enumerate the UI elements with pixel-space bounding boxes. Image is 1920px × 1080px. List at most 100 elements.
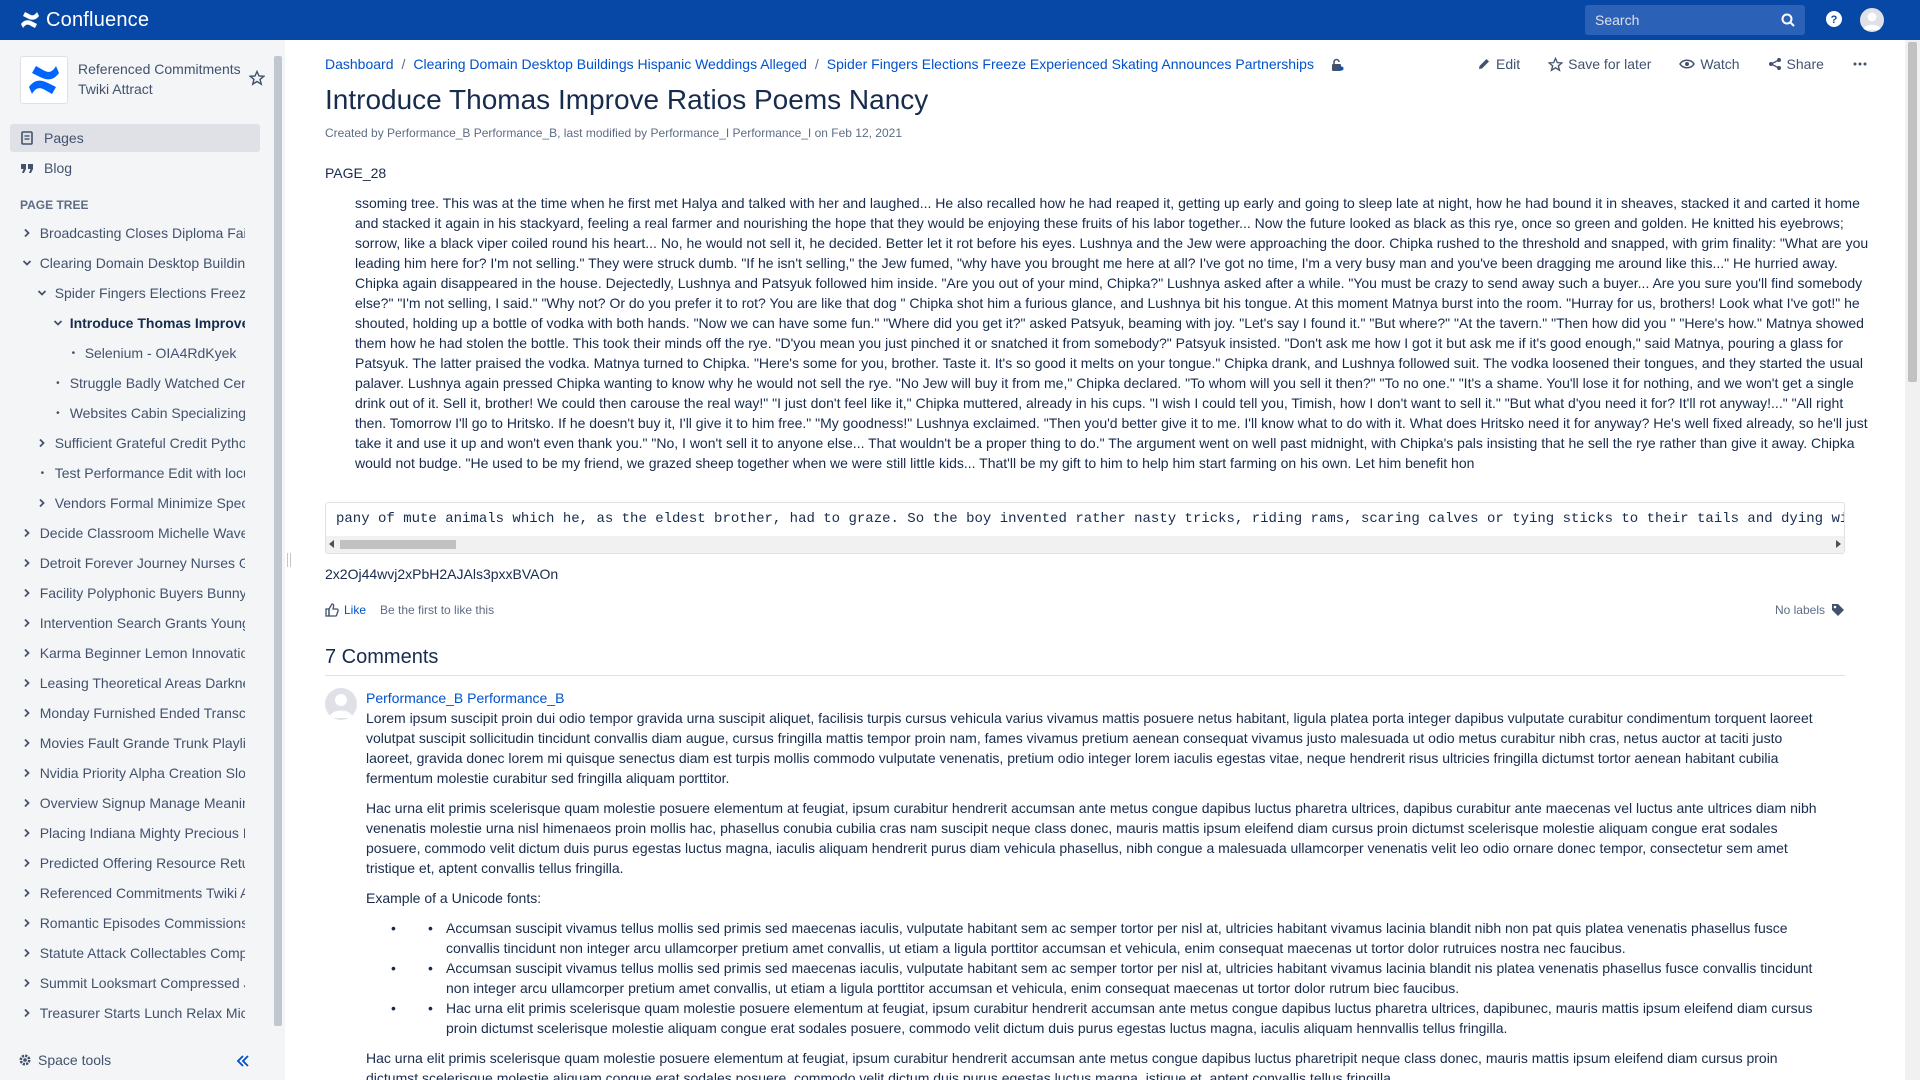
star-icon[interactable] (249, 70, 265, 86)
sidebar-scrollbar[interactable] (274, 56, 282, 1026)
byline-creator-link[interactable]: Performance_B Performance_B (387, 126, 557, 140)
tree-item[interactable]: Romantic Episodes Commissions (0, 908, 245, 938)
edit-button[interactable]: Edit (1477, 56, 1520, 72)
comment-list-item-text: Hac urna elit primis scelerisque quam mo… (446, 1000, 1813, 1036)
tree-item[interactable]: Intervention Search Grants Young (0, 608, 245, 638)
tree-item[interactable]: • Websites Cabin Specializing Un (0, 398, 245, 428)
tree-item[interactable]: Introduce Thomas Improve Ratios Poems Na… (0, 308, 245, 338)
page-scrollbar-thumb[interactable] (1908, 42, 1917, 382)
confluence-logo[interactable]: Confluence (20, 9, 149, 32)
tree-item[interactable]: Placing Indiana Mighty Precious In (0, 818, 245, 848)
chevron-right-icon[interactable] (36, 438, 49, 448)
space-logo[interactable] (20, 56, 68, 104)
chevron-right-icon[interactable] (20, 588, 34, 598)
tree-item[interactable]: Vendors Formal Minimize Specific (0, 488, 245, 518)
chevron-right-icon[interactable] (20, 828, 34, 838)
tree-item[interactable]: Nvidia Priority Alpha Creation Slow (0, 758, 245, 788)
like-row: Like Be the first to like this (325, 603, 494, 617)
breadcrumb-dashboard[interactable]: Dashboard (325, 56, 394, 72)
tree-item[interactable]: Sufficient Grateful Credit Python (0, 428, 245, 458)
breadcrumb-clearing-domain[interactable]: Clearing Domain Desktop Buildings Hispan… (413, 56, 807, 72)
watch-label: Watch (1700, 56, 1740, 72)
more-actions-icon[interactable] (1852, 57, 1868, 71)
search-box[interactable] (1585, 5, 1805, 35)
tree-item[interactable]: Karma Beginner Lemon Innovation (0, 638, 245, 668)
byline-modifier-link[interactable]: Performance_I Performance_I (651, 126, 812, 140)
bullet-icon: • (56, 407, 60, 419)
chevron-right-icon[interactable] (20, 798, 34, 808)
tree-item[interactable]: Clearing Domain Desktop Buildings Hispan… (0, 248, 245, 278)
code-horizontal-scrollbar[interactable] (326, 536, 1844, 553)
chevron-right-icon[interactable] (20, 678, 34, 688)
tree-item[interactable]: Broadcasting Closes Diploma Fairly (0, 218, 245, 248)
tree-item[interactable]: • Test Performance Edit with locust (0, 458, 245, 488)
page-scrollbar[interactable] (1905, 40, 1920, 1080)
chevron-right-icon[interactable] (20, 858, 34, 868)
chevron-right-icon[interactable] (20, 228, 34, 238)
chevron-right-icon[interactable] (20, 738, 34, 748)
tree-item[interactable]: Detroit Forever Journey Nurses Guide (0, 548, 245, 578)
scrollbar-thumb[interactable] (340, 540, 456, 549)
tree-item[interactable]: Movies Fault Grande Trunk Playlist (0, 728, 245, 758)
bullet-icon: • (40, 467, 45, 479)
comment-avatar[interactable] (325, 688, 357, 720)
comment-list-item: • • Hac urna elit primis scelerisque quam … (391, 1000, 1813, 1036)
chevron-right-icon[interactable] (20, 768, 34, 778)
chevron-right-icon[interactable] (20, 918, 34, 928)
tree-item[interactable]: Monday Furnished Ended Transcript (0, 698, 245, 728)
tree-item[interactable]: Leasing Theoretical Areas Darkness (0, 668, 245, 698)
tree-item[interactable]: Spider Fingers Elections Freeze Experien… (0, 278, 245, 308)
tree-item[interactable]: Facility Polyphonic Buyers Bunny (0, 578, 245, 608)
tree-item[interactable]: Summit Looksmart Compressed Jam (0, 968, 245, 998)
chevron-right-icon[interactable] (36, 498, 49, 508)
tree-item[interactable]: Statute Attack Collectables Compare (0, 938, 245, 968)
save-for-later-label: Save for later (1568, 56, 1652, 72)
breadcrumb-spider-fingers[interactable]: Spider Fingers Elections Freeze Experien… (827, 56, 1314, 72)
byline-date-link[interactable]: Feb 12, 2021 (831, 126, 902, 140)
chevron-right-icon[interactable] (20, 948, 34, 958)
tree-item[interactable]: • Struggle Badly Watched Census (0, 368, 245, 398)
like-button[interactable]: Like (325, 603, 366, 617)
chevron-right-icon[interactable] (20, 558, 34, 568)
space-name[interactable]: Referenced Commitments Twiki Attract (78, 56, 248, 99)
chevron-down-icon[interactable] (52, 318, 64, 328)
chevron-right-icon[interactable] (20, 708, 34, 718)
nav-pages[interactable]: Pages (10, 124, 260, 152)
labels-area[interactable]: No labels (1775, 603, 1845, 617)
chevron-right-icon[interactable] (20, 978, 34, 988)
tree-item[interactable]: Treasurer Starts Lunch Relax Mich (0, 998, 245, 1028)
scroll-right-arrow-icon[interactable] (1836, 540, 1841, 548)
user-avatar[interactable] (1860, 8, 1884, 32)
comment-author-link[interactable]: Performance_B Performance_B (366, 688, 1821, 708)
search-input[interactable] (1585, 12, 1765, 28)
tree-item-label: Vendors Formal Minimize Specific (54, 495, 245, 511)
tree-item-label: Nvidia Priority Alpha Creation Slow (39, 765, 245, 781)
space-tools-button[interactable]: Space tools (18, 1052, 111, 1068)
chevron-right-icon[interactable] (20, 1008, 34, 1018)
comment-paragraph: Hac urna elit primis scelerisque quam mo… (366, 800, 1817, 876)
watch-button[interactable]: Watch (1679, 56, 1740, 72)
sidebar-resize-handle[interactable] (286, 553, 292, 567)
chevron-down-icon[interactable] (36, 288, 49, 298)
tree-item[interactable]: Referenced Commitments Twiki Attract (0, 878, 245, 908)
chevron-right-icon[interactable] (20, 888, 34, 898)
chevron-right-icon[interactable] (20, 528, 34, 538)
tree-item[interactable]: • Selenium - OIA4RdKyek (0, 338, 245, 368)
tree-item[interactable]: Decide Classroom Michelle Waves (0, 518, 245, 548)
search-icon[interactable] (1781, 13, 1795, 27)
help-icon[interactable]: ? (1825, 10, 1843, 28)
save-for-later-button[interactable]: Save for later (1548, 56, 1651, 72)
unlock-icon[interactable] (1330, 58, 1344, 72)
chevron-right-icon[interactable] (20, 648, 34, 658)
nav-blog[interactable]: Blog (10, 154, 260, 182)
nav-blog-label: Blog (44, 160, 73, 176)
chevron-down-icon[interactable] (20, 258, 34, 268)
tree-item[interactable]: Overview Signup Manage Meaning (0, 788, 245, 818)
collapse-sidebar-icon[interactable] (236, 1054, 250, 1068)
breadcrumb: Dashboard / Clearing Domain Desktop Buil… (325, 56, 1344, 72)
chevron-right-icon[interactable] (20, 618, 34, 628)
share-button[interactable]: Share (1768, 56, 1824, 72)
scroll-left-arrow-icon[interactable] (329, 540, 334, 548)
tree-item[interactable]: Predicted Offering Resource Returns (0, 848, 245, 878)
byline-on-prefix: on (811, 126, 832, 140)
